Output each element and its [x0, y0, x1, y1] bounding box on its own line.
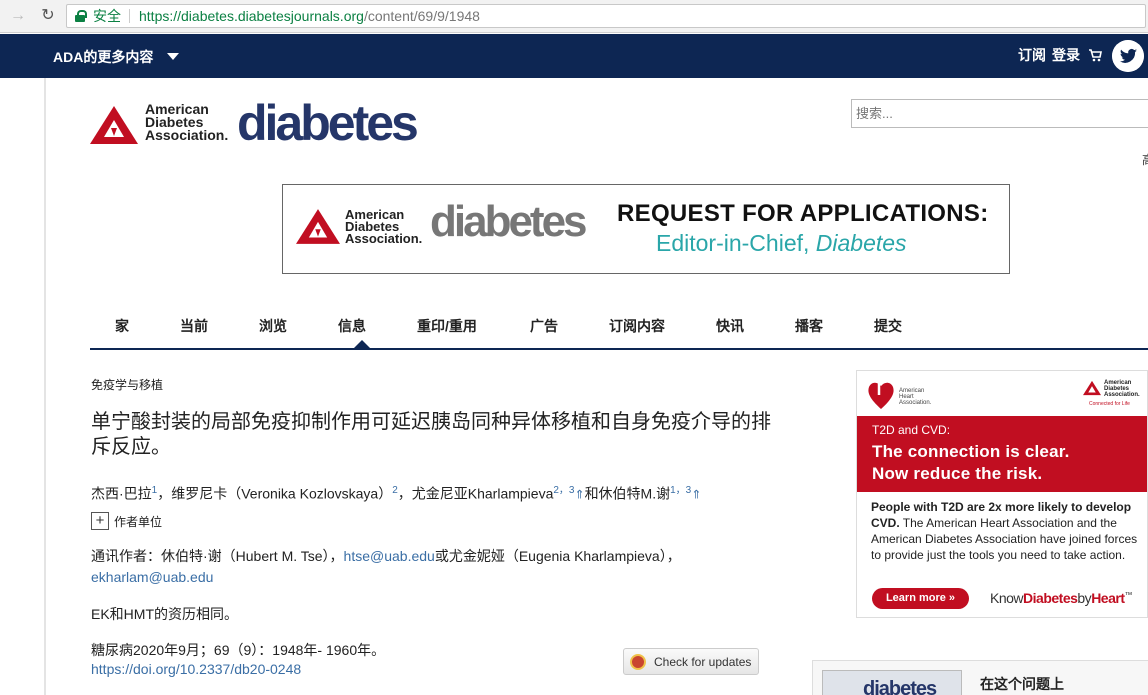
- nav-info[interactable]: 信息: [338, 316, 366, 336]
- nav-submit[interactable]: 提交: [874, 316, 902, 336]
- email-link[interactable]: ekharlam@uab.edu: [91, 569, 213, 585]
- kdbh-trademark: ™: [1124, 590, 1132, 600]
- kdbh-part-4: Heart: [1091, 590, 1125, 606]
- ada-line-3: Association.: [145, 127, 229, 143]
- article-title: 单宁酸封装的局部免疫抑制作用可延迟胰岛同种异体移植和自身免疫介导的排斥反应。: [91, 411, 771, 458]
- citation: 糖尿病2020年9月；69（9）：1948年- 1960年。: [91, 642, 386, 658]
- ad-kicker: T2D and CVD:: [872, 423, 951, 437]
- omnibox-separator: [129, 9, 130, 23]
- contribution-note: EK和HMT的资历相同。: [91, 606, 238, 622]
- active-tab-indicator: [353, 340, 371, 349]
- browser-toolbar: → ↻ 安全 https://diabetes.diabetesjournals…: [0, 0, 1148, 33]
- author-link[interactable]: 杰西·巴拉: [91, 486, 152, 502]
- issue-cover-word: diabetes: [863, 678, 937, 695]
- kdbh-part-2: Diabetes: [1023, 590, 1078, 606]
- know-diabetes-by-heart-logo: KnowDiabetesbyHeart™: [990, 590, 1132, 606]
- banner-ada-wordmark: American Diabetes Association.: [345, 208, 423, 246]
- page-left-border: [44, 78, 46, 695]
- aha-wordmark: American Heart Association.: [899, 388, 931, 406]
- correspondence-mid: 或尤金妮娅（Eugenia Kharlampieva），: [434, 548, 681, 564]
- ad-ada-wordmark: American Diabetes Association.: [1104, 380, 1140, 398]
- ad-headline: The connection is clear. Now reduce the …: [872, 441, 1070, 485]
- affiliations-toggle[interactable]: +: [91, 512, 109, 530]
- check-updates-button[interactable]: Check for updates: [623, 648, 759, 675]
- secure-label: 安全: [93, 8, 121, 24]
- banner-sub-prefix: Editor-in-Chief,: [656, 230, 816, 256]
- aha-line-3: Association.: [899, 400, 932, 406]
- ad-headline-line-1: The connection is clear.: [872, 442, 1070, 461]
- email-link[interactable]: htse@uab.edu: [344, 548, 435, 564]
- corresponding-arrow-icon[interactable]: ⇑: [575, 488, 585, 502]
- issue-cover-thumbnail[interactable]: diabetes: [822, 670, 962, 695]
- check-updates-label: Check for updates: [654, 655, 752, 669]
- nav-current[interactable]: 当前: [180, 316, 208, 336]
- address-bar[interactable]: 安全 https://diabetes.diabetesjournals.org…: [66, 4, 1146, 28]
- banner-ada-line-3: Association.: [345, 231, 423, 246]
- banner-sub-italic: Diabetes: [815, 230, 907, 256]
- article-section[interactable]: 免疫学与移植: [91, 376, 163, 393]
- back-arrow-icon[interactable]: →: [8, 6, 28, 26]
- chevron-down-icon[interactable]: [167, 53, 179, 60]
- crossmark-icon: [630, 654, 646, 670]
- nav-browse[interactable]: 浏览: [259, 316, 287, 336]
- correspondence: 通讯作者：休伯特·谢（Hubert M. Tse），htse@uab.edu或尤…: [91, 546, 731, 588]
- banner-subheadline: Editor-in-Chief, Diabetes: [656, 230, 907, 257]
- url-text[interactable]: https://diabetes.diabetesjournals.org/co…: [139, 5, 480, 27]
- author-list: 杰西·巴拉1，维罗尼卡（Veronika Kozlovskaya）2，尤金尼亚K…: [91, 481, 791, 505]
- aha-heart-icon: [868, 377, 894, 409]
- main-nav: 家 当前 浏览 信息 重印/重用 广告 订阅内容 快讯 播客 提交: [90, 308, 1148, 350]
- ad-body: People with T2D are 2x more likely to de…: [871, 499, 1143, 563]
- author-link[interactable]: 和休伯特M.谢: [585, 486, 671, 502]
- lock-icon: [75, 10, 87, 22]
- url-path: /content/69/9/1948: [363, 8, 480, 24]
- cart-icon[interactable]: [1088, 48, 1102, 62]
- ad-body-rest: The American Heart Association and the A…: [871, 516, 1138, 562]
- author-link[interactable]: ，维罗尼卡（Veronika Kozlovskaya）: [157, 486, 392, 502]
- affiliations-label[interactable]: 作者单位: [114, 513, 162, 530]
- correspondence-prefix: 通讯作者：休伯特·谢（Hubert M. Tse），: [91, 548, 344, 564]
- nav-alerts[interactable]: 快讯: [716, 316, 744, 336]
- affiliation-ref[interactable]: 2，3: [553, 485, 574, 496]
- nav-home[interactable]: 家: [115, 316, 129, 336]
- ada-triangle-icon: [296, 209, 340, 244]
- ad-headline-line-2: Now reduce the risk.: [872, 464, 1043, 483]
- in-this-issue-label: 在这个问题上: [980, 676, 1064, 692]
- journal-wordmark: diabetes: [237, 95, 419, 151]
- nav-subscriptions[interactable]: 订阅内容: [609, 316, 665, 336]
- ada-more-menu[interactable]: ADA的更多内容: [53, 47, 153, 67]
- subscribe-link[interactable]: 订阅: [1018, 45, 1046, 65]
- affiliation-ref[interactable]: 1，3: [670, 485, 691, 496]
- url-base: https://diabetes.diabetesjournals.org: [139, 8, 364, 24]
- reload-icon[interactable]: ↻: [38, 6, 58, 26]
- login-link[interactable]: 登录: [1052, 45, 1080, 65]
- top-nav: ADA的更多内容 订阅 登录: [0, 34, 1148, 78]
- banner-journal-wordmark: diabetes: [430, 197, 588, 246]
- aha-ada-ad[interactable]: American Heart Association. American Dia…: [856, 370, 1148, 618]
- ada-tagline: Connected for Life: [1089, 401, 1130, 407]
- rfa-banner[interactable]: American Diabetes Association. diabetes …: [282, 184, 1010, 274]
- twitter-icon[interactable]: [1112, 40, 1144, 72]
- kdbh-part-1: Know: [990, 590, 1024, 606]
- corresponding-arrow-icon[interactable]: ⇑: [691, 488, 701, 502]
- in-this-issue-box[interactable]: diabetes 在这个问题上: [812, 660, 1148, 695]
- banner-headline: REQUEST FOR APPLICATIONS:: [617, 200, 989, 227]
- ada-triangle-icon: [90, 106, 138, 144]
- learn-more-button[interactable]: Learn more »: [872, 588, 969, 609]
- nav-podcasts[interactable]: 播客: [795, 316, 823, 336]
- ada-wordmark: American Diabetes Association.: [145, 102, 229, 143]
- nav-reprints[interactable]: 重印/重用: [417, 316, 477, 336]
- nav-advertising[interactable]: 广告: [530, 316, 558, 336]
- author-link[interactable]: ，尤金尼亚Kharlampieva: [398, 486, 554, 502]
- site-logo[interactable]: American Diabetes Association. diabetes: [90, 95, 419, 151]
- search-input[interactable]: [851, 99, 1148, 128]
- cutoff-text: 高: [1142, 151, 1148, 168]
- ada-triangle-icon: [1083, 380, 1101, 396]
- ad-ada-line-3: Association.: [1104, 392, 1140, 398]
- ad-logo-strip: American Heart Association. American Dia…: [857, 371, 1147, 416]
- doi-link[interactable]: https://doi.org/10.2337/db20-0248: [91, 661, 301, 677]
- ad-red-panel: T2D and CVD: The connection is clear. No…: [857, 416, 1147, 492]
- kdbh-part-3: by: [1077, 590, 1092, 606]
